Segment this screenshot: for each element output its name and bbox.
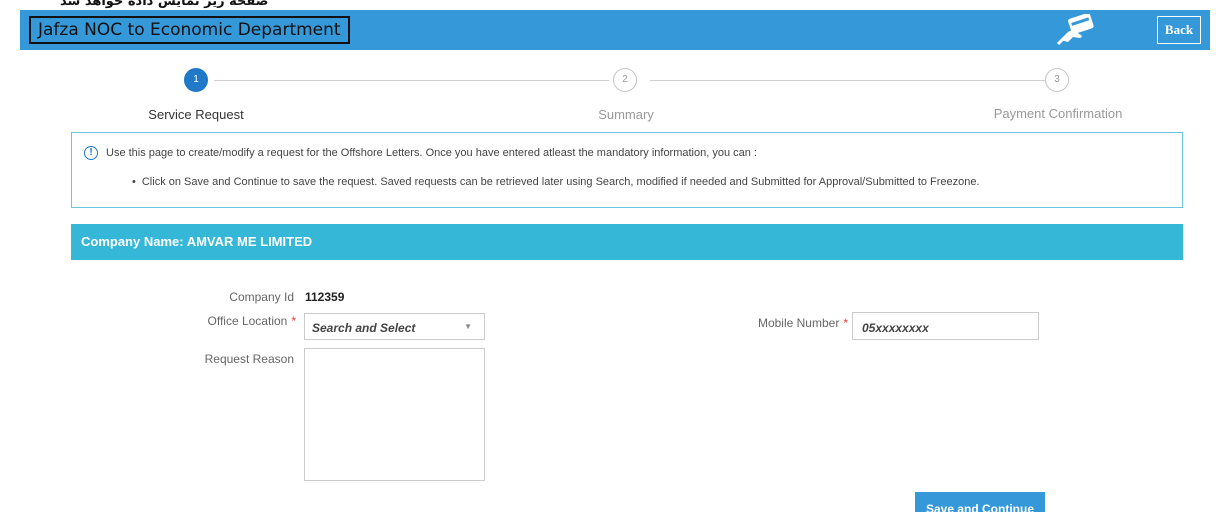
required-mark: * xyxy=(291,314,296,328)
mobile-number-input[interactable]: 05xxxxxxxx xyxy=(852,312,1039,340)
save-and-continue-button[interactable]: Save and Continue xyxy=(915,492,1045,512)
request-reason-textarea[interactable] xyxy=(304,348,485,481)
step-connector xyxy=(214,80,609,81)
info-box: ! Use this page to create/modify a reque… xyxy=(71,132,1183,208)
office-location-value: Search and Select xyxy=(312,321,416,335)
page-header: Jafza NOC to Economic Department Back xyxy=(20,10,1210,50)
mobile-label-wrap: Mobile Number * xyxy=(720,316,848,330)
page-title: Jafza NOC to Economic Department xyxy=(29,16,350,44)
mobile-label: Mobile Number xyxy=(757,316,840,330)
company-id-value: 112359 xyxy=(305,290,345,304)
back-button[interactable]: Back xyxy=(1157,16,1201,44)
card-hand-icon xyxy=(1056,14,1094,46)
step-3-circle: 3 xyxy=(1045,68,1069,92)
company-name: Company Name: AMVAR ME LIMITED xyxy=(81,234,313,249)
info-text: Use this page to create/modify a request… xyxy=(106,147,757,159)
step-1-circle: 1 xyxy=(184,68,208,92)
required-mark: * xyxy=(843,316,848,330)
request-reason-label: Request Reason xyxy=(204,352,294,366)
progress-stepper: 1 2 3 Service Request Summary Payment Co… xyxy=(0,65,1216,125)
office-location-select[interactable]: Search and Select ▼ xyxy=(304,313,485,340)
step-2-circle: 2 xyxy=(613,68,637,92)
office-location-label: Office Location xyxy=(207,314,288,328)
top-caption: صفحه زیر نمایش داده خواهد شد xyxy=(60,0,269,9)
info-circle-icon: ! xyxy=(84,146,98,160)
company-bar: Company Name: AMVAR ME LIMITED xyxy=(71,224,1183,260)
mobile-placeholder: 05xxxxxxxx xyxy=(862,321,929,335)
info-bullet: Click on Save and Continue to save the r… xyxy=(132,176,980,188)
office-location-label-wrap: Office Location * xyxy=(180,314,297,328)
step-connector xyxy=(650,80,1045,81)
step-1-label: Service Request xyxy=(148,107,244,122)
company-id-label: Company Id xyxy=(229,290,294,304)
step-3-label: Payment Confirmation xyxy=(993,106,1123,121)
chevron-down-icon: ▼ xyxy=(464,322,472,331)
step-2-label: Summary xyxy=(598,107,654,122)
